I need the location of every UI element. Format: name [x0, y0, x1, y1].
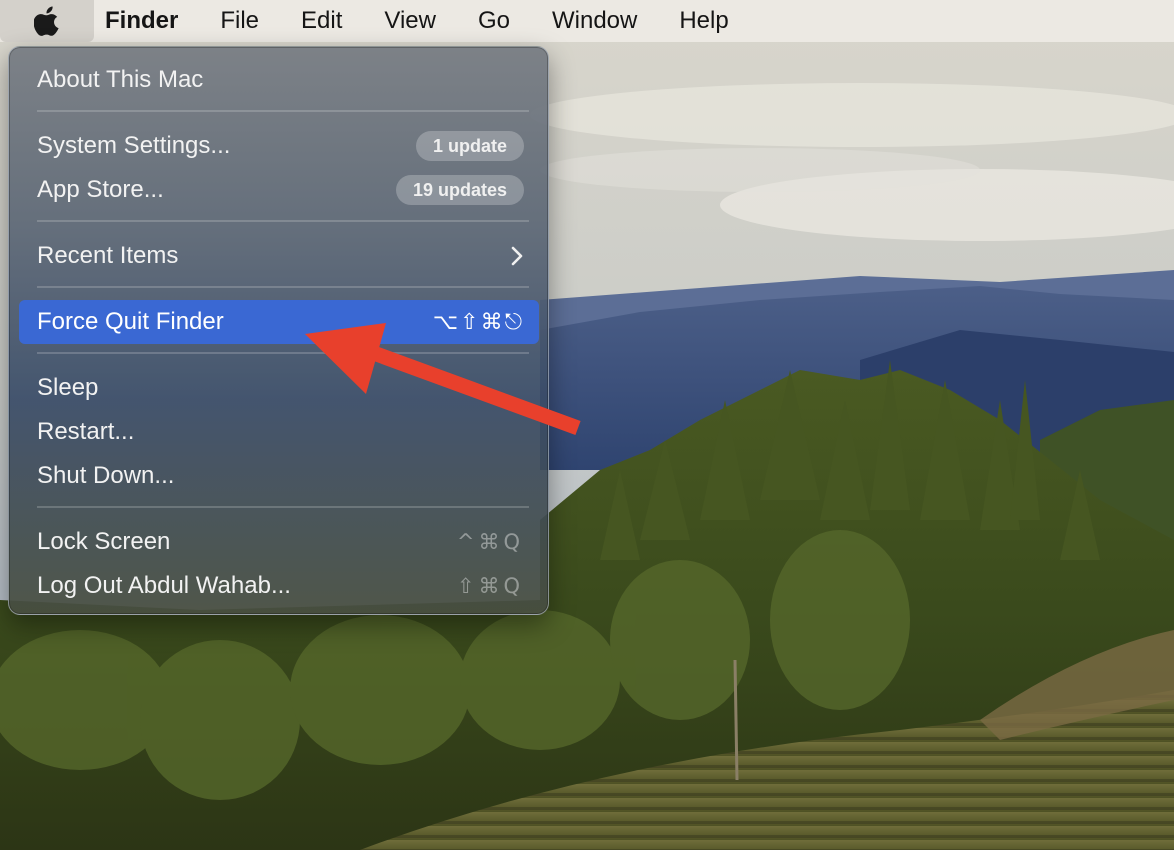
keyboard-shortcut: ^⌘Q — [456, 530, 524, 554]
menu-item-app-store[interactable]: App Store... 19 updates — [19, 168, 539, 212]
menu-item-label: Force Quit Finder — [37, 308, 224, 335]
menu-item-label: App Store... — [37, 176, 164, 203]
menu-item-system-settings[interactable]: System Settings... 1 update — [19, 124, 539, 168]
menu-separator — [37, 506, 529, 508]
menu-go[interactable]: Go — [457, 0, 531, 42]
menu-separator — [37, 110, 529, 112]
menu-view[interactable]: View — [363, 0, 457, 42]
menu-separator — [37, 220, 529, 222]
menu-window[interactable]: Window — [531, 0, 658, 42]
menu-item-label: Lock Screen — [37, 528, 171, 555]
menu-item-label: Shut Down... — [37, 462, 175, 489]
menu-item-about-this-mac[interactable]: About This Mac — [19, 58, 539, 102]
menu-item-label: Recent Items — [37, 242, 179, 269]
chevron-right-icon — [510, 245, 524, 267]
menu-item-restart[interactable]: Restart... — [19, 410, 539, 454]
menu-separator — [37, 352, 529, 354]
menu-item-label: Log Out Abdul Wahab... — [37, 572, 291, 599]
menu-item-label: System Settings... — [37, 132, 231, 159]
menu-item-shut-down[interactable]: Shut Down... — [19, 454, 539, 498]
menu-separator — [37, 286, 529, 288]
apple-menu-button[interactable] — [0, 0, 94, 42]
apple-logo-icon — [34, 6, 60, 36]
menu-finder[interactable]: Finder — [94, 0, 199, 42]
update-badge: 19 updates — [395, 175, 524, 205]
menu-bar: Finder File Edit View Go Window Help — [0, 0, 1174, 42]
update-badge: 1 update — [415, 131, 524, 161]
menu-file[interactable]: File — [199, 0, 280, 42]
menu-item-label: Restart... — [37, 418, 135, 445]
keyboard-shortcut: ⇧⌘Q — [456, 574, 524, 598]
apple-menu-dropdown: About This Mac System Settings... 1 upda… — [8, 46, 549, 615]
menu-help[interactable]: Help — [658, 0, 749, 42]
menu-item-recent-items[interactable]: Recent Items — [19, 234, 539, 278]
menu-item-log-out[interactable]: Log Out Abdul Wahab... ⇧⌘Q — [19, 564, 539, 608]
menu-edit[interactable]: Edit — [280, 0, 363, 42]
menu-item-label: About This Mac — [37, 66, 204, 93]
menu-item-sleep[interactable]: Sleep — [19, 366, 539, 410]
menu-item-lock-screen[interactable]: Lock Screen ^⌘Q — [19, 520, 539, 564]
menu-item-force-quit-finder[interactable]: Force Quit Finder ⌥⇧⌘⎋ — [19, 300, 539, 344]
menu-item-label: Sleep — [37, 374, 99, 401]
keyboard-shortcut: ⌥⇧⌘⎋ — [432, 309, 524, 335]
